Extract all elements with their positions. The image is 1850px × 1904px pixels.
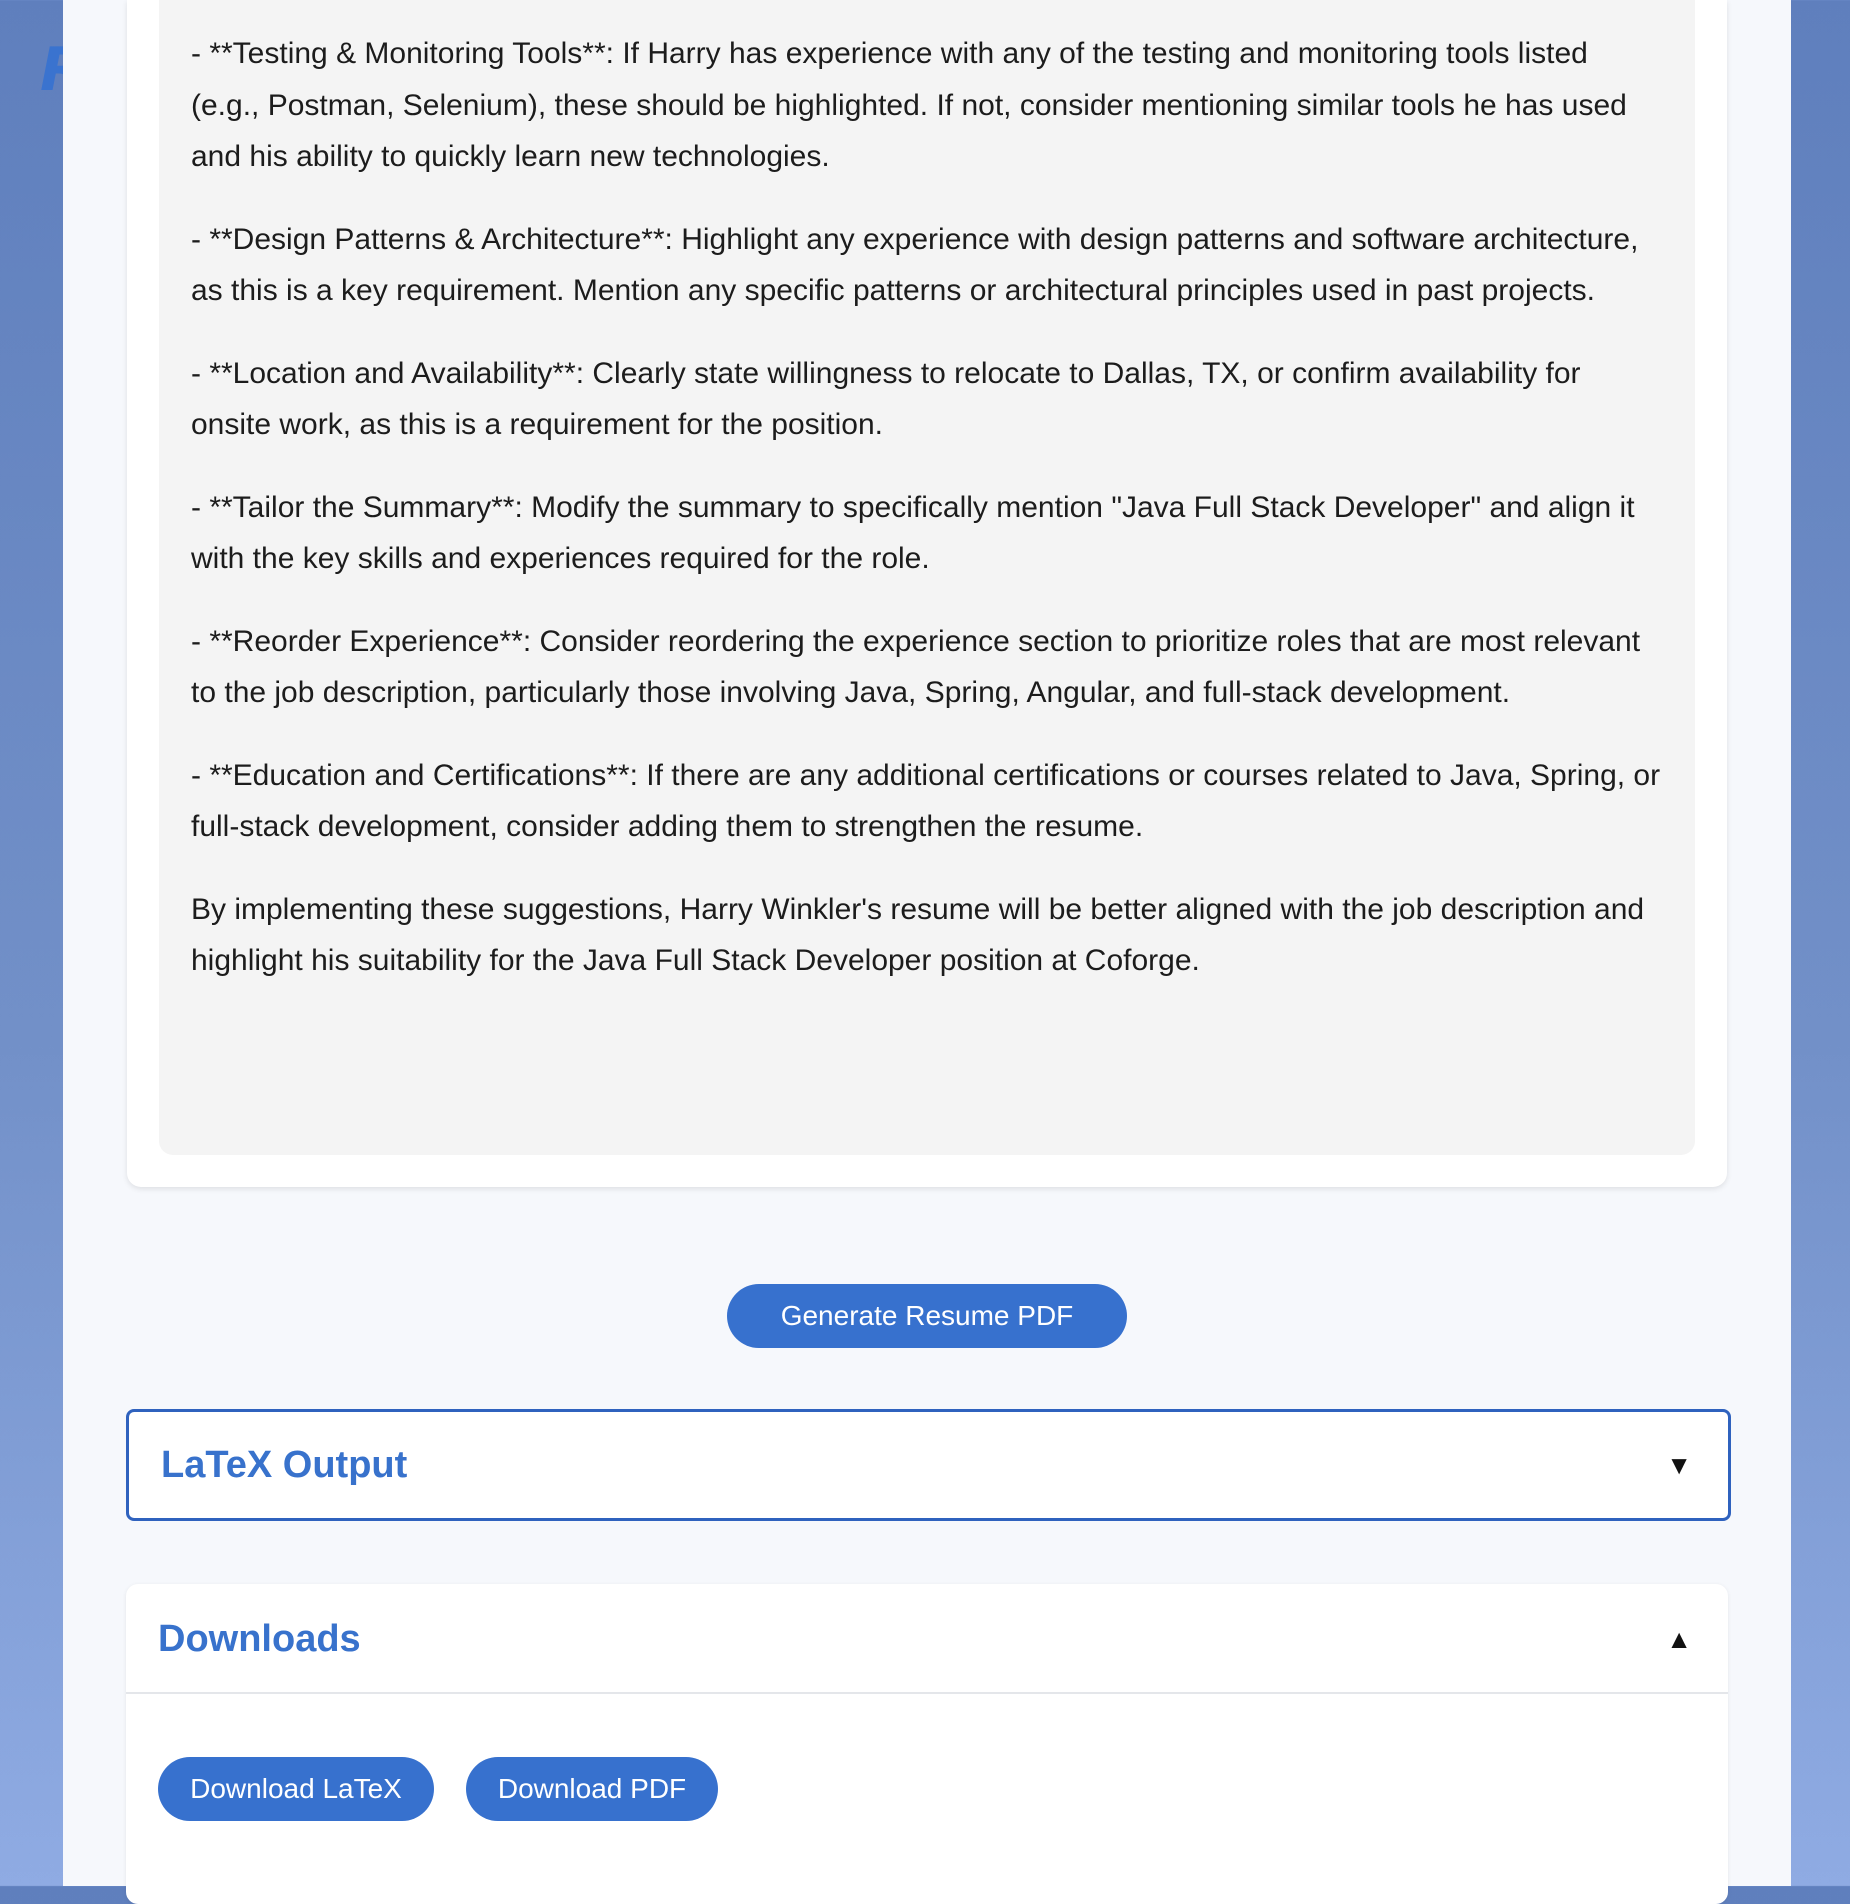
downloads-title: Downloads [158, 1618, 361, 1660]
analysis-card: - **Testing & Monitoring Tools**: If Har… [127, 0, 1727, 1187]
summary-paragraph: By implementing these suggestions, Harry… [191, 892, 1645, 978]
download-latex-button[interactable]: Download LaTeX [158, 1757, 434, 1821]
generate-resume-pdf-button[interactable]: Generate Resume PDF [727, 1284, 1127, 1348]
downloads-header[interactable]: Downloads ▲ [126, 1584, 1728, 1694]
suggestion-paragraph: - **Tailor the Summary**: Modify the sum… [191, 490, 1635, 576]
main-panel: - **Testing & Monitoring Tools**: If Har… [63, 0, 1791, 1904]
downloads-section: Downloads ▲ Download LaTeX Download PDF [126, 1584, 1728, 1904]
chevron-down-icon[interactable]: ▼ [1666, 1450, 1692, 1481]
suggestion-paragraph: - **Reorder Experience**: Consider reord… [191, 624, 1641, 710]
suggestions-box: - **Testing & Monitoring Tools**: If Har… [159, 0, 1695, 1155]
download-pdf-button[interactable]: Download PDF [466, 1757, 718, 1821]
suggestion-paragraph: - **Testing & Monitoring Tools**: If Har… [191, 37, 1627, 173]
chevron-up-icon[interactable]: ▲ [1666, 1624, 1692, 1655]
suggestion-paragraph: - **Location and Availability**: Clearly… [191, 356, 1581, 442]
latex-output-title: LaTeX Output [161, 1444, 408, 1486]
latex-output-section[interactable]: LaTeX Output ▼ [126, 1409, 1731, 1521]
suggestion-paragraph: - **Education and Certifications**: If t… [191, 758, 1661, 844]
suggestion-paragraph: - **Design Patterns & Architecture**: Hi… [191, 222, 1639, 308]
